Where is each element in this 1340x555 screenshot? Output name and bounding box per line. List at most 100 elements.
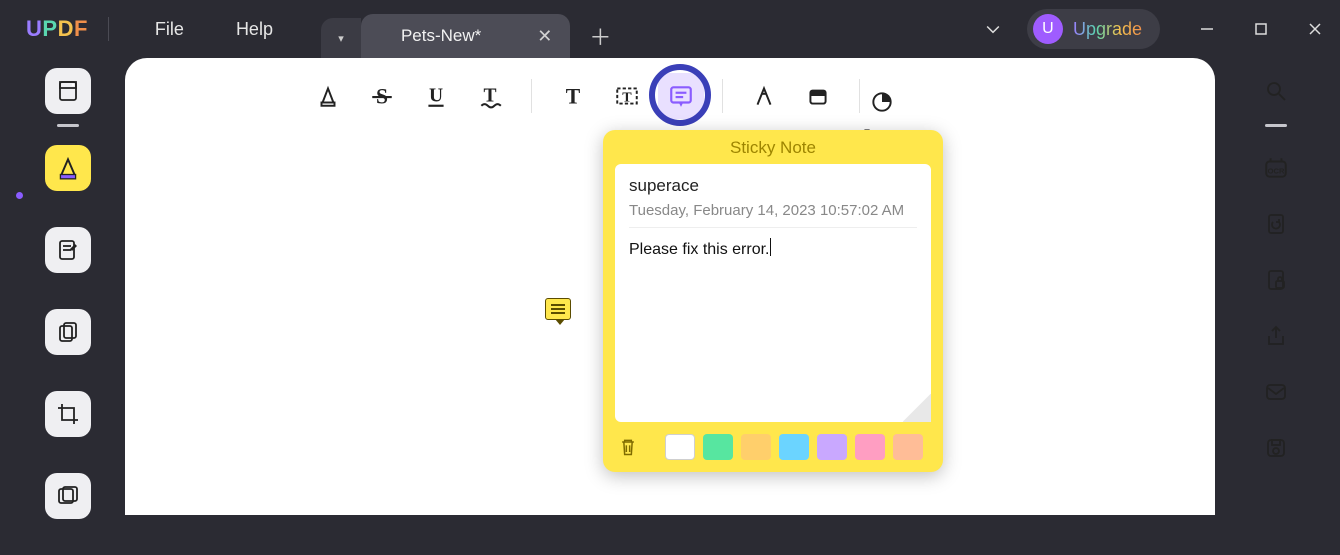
pencil-icon (751, 83, 777, 109)
sticky-note-body[interactable]: superace Tuesday, February 14, 2023 10:5… (615, 164, 931, 422)
tab-title: Pets-New* (401, 26, 481, 46)
logo-letter: D (58, 16, 74, 42)
shapes-icon (869, 89, 895, 115)
sticky-note-marker[interactable] (545, 298, 571, 320)
slideshow-mode-button[interactable] (45, 473, 91, 519)
mail-icon (1264, 380, 1288, 404)
slideshow-icon (56, 484, 80, 508)
protect-icon (1264, 268, 1288, 292)
tab-add-button[interactable]: ＋ (578, 14, 622, 58)
strikethrough-icon: S (369, 83, 395, 109)
pencil-tool[interactable] (741, 73, 787, 119)
logo-letter: F (74, 16, 88, 42)
search-button[interactable] (1253, 68, 1299, 114)
convert-icon (1264, 212, 1288, 236)
shapes-tool[interactable] (859, 79, 905, 125)
divider (108, 17, 109, 41)
svg-text:U: U (429, 85, 443, 106)
pages-mode-button[interactable] (45, 309, 91, 355)
convert-button[interactable] (1253, 201, 1299, 247)
color-swatch-amber[interactable] (741, 434, 771, 460)
sticky-note-footer (603, 422, 943, 472)
window-close-button[interactable] (1290, 0, 1340, 58)
color-swatch-purple[interactable] (817, 434, 847, 460)
sticky-note-author: superace (629, 176, 917, 196)
sticky-note-text[interactable]: Please fix this error. (629, 228, 917, 259)
logo-letter: U (26, 16, 42, 42)
eraser-icon (805, 83, 831, 109)
squiggly-tool[interactable]: T (467, 73, 513, 119)
svg-text:OCR: OCR (1268, 166, 1285, 175)
sticky-note-text-value: Please fix this error. (629, 241, 770, 258)
color-swatch-peach[interactable] (893, 434, 923, 460)
crop-icon (56, 402, 80, 426)
avatar: U (1033, 14, 1063, 44)
text-cursor (770, 238, 771, 256)
toolbar-separator (722, 79, 723, 113)
logo-letter: P (42, 16, 57, 42)
tab-close-button[interactable]: ✕ (537, 26, 552, 47)
app-logo: U P D F (26, 16, 88, 42)
underline-tool[interactable]: U (413, 73, 459, 119)
color-swatch-blue[interactable] (779, 434, 809, 460)
annotate-toolbar: S U T T T (125, 58, 1215, 134)
tab-active[interactable]: Pets-New* ✕ (361, 14, 570, 58)
strikethrough-tool[interactable]: S (359, 73, 405, 119)
delete-note-button[interactable] (615, 434, 641, 460)
overflow-menu-button[interactable] (963, 9, 1023, 49)
svg-text:T: T (566, 85, 581, 109)
textbox-tool[interactable]: T (604, 73, 650, 119)
rail-separator (1265, 124, 1287, 127)
text-tool[interactable]: T (550, 73, 596, 119)
window-minimize-button[interactable] (1182, 0, 1232, 58)
search-icon (1264, 79, 1288, 103)
protect-button[interactable] (1253, 257, 1299, 303)
left-rail (34, 68, 102, 555)
workspace: OCR S U T (0, 58, 1340, 515)
highlight-tool[interactable] (305, 73, 351, 119)
trash-icon (618, 437, 638, 457)
crop-mode-button[interactable] (45, 391, 91, 437)
share-button[interactable] (1253, 313, 1299, 359)
color-swatch-white[interactable] (665, 434, 695, 460)
tab-strip: ▾ Pets-New* ✕ ＋ (321, 0, 622, 58)
rail-separator (57, 124, 79, 127)
menu-file[interactable]: File (155, 19, 184, 40)
edit-pdf-icon (56, 238, 80, 262)
color-swatch-green[interactable] (703, 434, 733, 460)
textbox-icon: T (614, 83, 640, 109)
toolbar-separator (531, 79, 532, 113)
color-swatch-pink[interactable] (855, 434, 885, 460)
titlebar: U P D F File Help ▾ Pets-New* ✕ ＋ U Upgr… (0, 0, 1340, 58)
reader-mode-button[interactable] (45, 68, 91, 114)
pages-icon (56, 320, 80, 344)
upgrade-label: Upgrade (1073, 19, 1142, 40)
sticky-note-tool[interactable] (658, 73, 704, 119)
svg-text:T: T (622, 89, 632, 105)
active-indicator (16, 192, 23, 199)
sticky-note-title: Sticky Note (603, 130, 943, 164)
page-fold-icon (903, 394, 931, 422)
sticky-note-icon (668, 83, 694, 109)
ocr-icon: OCR (1263, 155, 1289, 181)
sticky-note-date: Tuesday, February 14, 2023 10:57:02 AM (629, 202, 917, 228)
eraser-tool[interactable] (795, 73, 841, 119)
comment-mode-button[interactable] (45, 145, 91, 191)
edit-mode-button[interactable] (45, 227, 91, 273)
highlighter-icon (55, 155, 81, 181)
email-button[interactable] (1253, 369, 1299, 415)
reader-icon (56, 79, 80, 103)
ocr-button[interactable]: OCR (1253, 145, 1299, 191)
right-rail: OCR (1246, 68, 1306, 481)
squiggly-icon: T (477, 83, 503, 109)
highlight-icon (315, 83, 341, 109)
tab-recent-dropdown[interactable]: ▾ (321, 18, 361, 58)
save-as-button[interactable] (1253, 425, 1299, 471)
window-maximize-button[interactable] (1236, 0, 1286, 58)
menu-help[interactable]: Help (236, 19, 273, 40)
underline-icon: U (423, 83, 449, 109)
document-panel: S U T T T (125, 58, 1215, 515)
upgrade-button[interactable]: U Upgrade (1027, 9, 1160, 49)
text-icon: T (560, 83, 586, 109)
toolbar-separator: ▾ ▾ (859, 79, 860, 113)
